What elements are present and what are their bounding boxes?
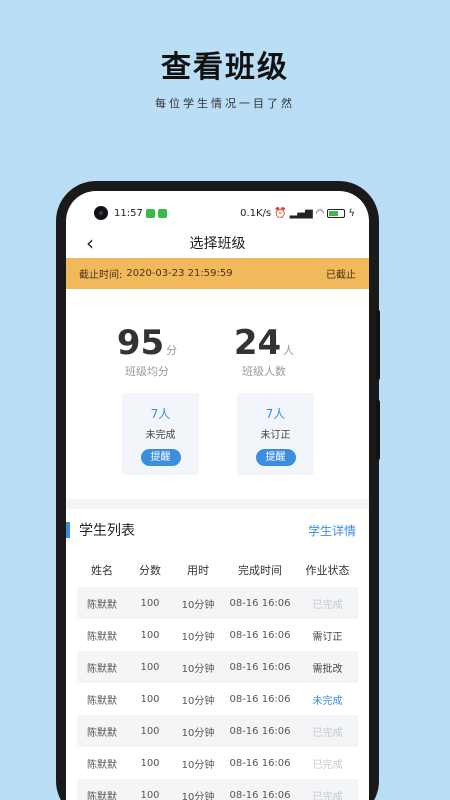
notification-icon xyxy=(145,208,155,218)
alarm-icon: ⏰ xyxy=(274,207,287,219)
table-row[interactable]: 陈默默 100 10分钟 08-16 16:06 已完成 xyxy=(77,715,358,747)
table-row[interactable]: 陈默默 100 10分钟 08-16 16:06 需批改 xyxy=(77,651,358,683)
student-status: 已完成 xyxy=(312,599,343,611)
avg-score-label: 班级均分 xyxy=(125,365,169,378)
student-status: 已完成 xyxy=(312,759,343,771)
student-score: 100 xyxy=(140,597,160,609)
phone-side-button xyxy=(376,400,380,460)
student-name: 陈默默 xyxy=(87,759,117,771)
student-finish-time: 08-16 16:06 xyxy=(229,757,291,769)
student-status: 需订正 xyxy=(312,631,343,643)
student-name: 陈默默 xyxy=(87,791,117,800)
remind-uncorrected-button[interactable]: 提醒 xyxy=(255,449,296,466)
avg-score-stat: 95 分 班级均分 xyxy=(97,325,197,379)
wifi-icon: ◠ xyxy=(315,207,325,219)
page-title: 选择班级 xyxy=(189,236,246,252)
student-finish-time: 08-16 16:06 xyxy=(229,629,291,641)
class-size-value: 24 xyxy=(233,323,282,363)
student-score: 100 xyxy=(140,693,160,705)
student-finish-time: 08-16 16:06 xyxy=(229,661,291,673)
status-time: 11:57 xyxy=(114,207,143,219)
incomplete-card: 7人 未完成 提醒 xyxy=(122,393,199,475)
student-status: 已完成 xyxy=(312,791,343,800)
table-row[interactable]: 陈默默 100 10分钟 08-16 16:06 未完成 xyxy=(77,683,358,715)
student-finish-time: 08-16 16:06 xyxy=(229,693,291,705)
student-status: 需批改 xyxy=(312,663,343,675)
student-detail-link[interactable]: 学生详情 xyxy=(308,522,356,539)
section-accent xyxy=(66,522,70,538)
student-duration: 10分钟 xyxy=(181,695,215,707)
app-screen: 11:57 0.1K/s ⏰ ▂▄▆ ◠ ϟ ‹ 选择班级 截止时间: 2020… xyxy=(66,191,369,800)
avg-score-value: 95 xyxy=(116,323,165,363)
status-indicators: 0.1K/s ⏰ ▂▄▆ ◠ ϟ xyxy=(240,208,355,219)
promo-title: 查看班级 xyxy=(161,50,289,85)
status-bar: 11:57 0.1K/s ⏰ ▂▄▆ ◠ ϟ xyxy=(66,191,369,229)
col-name-header: 姓名 xyxy=(91,564,113,577)
incomplete-label: 未完成 xyxy=(145,430,176,441)
class-size-unit: 人 xyxy=(283,344,295,357)
student-name: 陈默默 xyxy=(87,631,117,643)
section-divider xyxy=(66,499,369,509)
signal-icon: ▂▄▆ xyxy=(289,207,313,219)
student-name: 陈默默 xyxy=(87,599,117,611)
remind-incomplete-button[interactable]: 提醒 xyxy=(140,449,181,466)
network-speed: 0.1K/s xyxy=(240,207,272,219)
student-name: 陈默默 xyxy=(87,695,117,707)
class-size-label: 班级人数 xyxy=(242,365,286,378)
student-table: 姓名 分数 用时 完成时间 作业状态 陈默默 100 10分钟 08-16 16:06… xyxy=(77,553,358,800)
uncorrected-card: 7人 未订正 提醒 xyxy=(237,393,314,475)
student-duration: 10分钟 xyxy=(181,599,215,611)
incomplete-count: 7人 xyxy=(150,407,171,421)
deadline-banner: 截止时间: 2020-03-23 21:59:59 已截止 xyxy=(66,258,369,289)
deadline-datetime: 2020-03-23 21:59:59 xyxy=(126,268,233,279)
uncorrected-label: 未订正 xyxy=(260,430,291,441)
col-status-header: 作业状态 xyxy=(305,564,350,577)
table-body: 陈默默 100 10分钟 08-16 16:06 已完成 陈默默 100 10分钟 08-16 … xyxy=(77,587,358,800)
student-score: 100 xyxy=(140,725,160,737)
col-score-header: 分数 xyxy=(139,564,161,577)
table-row[interactable]: 陈默默 100 10分钟 08-16 16:06 已完成 xyxy=(77,587,358,619)
student-list-header: 学生列表 学生详情 xyxy=(66,509,369,551)
avg-score-unit: 分 xyxy=(166,344,178,357)
col-finished-header: 完成时间 xyxy=(238,564,282,577)
student-duration: 10分钟 xyxy=(181,663,215,675)
student-score: 100 xyxy=(140,661,160,673)
notification-icon xyxy=(157,208,167,218)
nav-bar: ‹ 选择班级 xyxy=(66,229,369,257)
charging-icon: ϟ xyxy=(348,207,355,219)
table-row[interactable]: 陈默默 100 10分钟 08-16 16:06 已完成 xyxy=(77,747,358,779)
table-header-row: 姓名 分数 用时 完成时间 作业状态 xyxy=(77,553,358,587)
table-row[interactable]: 陈默默 100 10分钟 08-16 16:06 需订正 xyxy=(77,619,358,651)
promo-subtitle: 每位学生情况一目了然 xyxy=(155,97,295,110)
uncorrected-count: 7人 xyxy=(265,407,286,421)
student-duration: 10分钟 xyxy=(181,727,215,739)
table-row[interactable]: 陈默默 100 10分钟 08-16 16:06 已完成 xyxy=(77,779,358,800)
student-name: 陈默默 xyxy=(87,727,117,739)
student-name: 陈默默 xyxy=(87,663,117,675)
class-stats: 95 分 班级均分 24 人 班级人数 7人 未完成 提醒 7人 未订正 提醒 xyxy=(66,289,369,499)
student-finish-time: 08-16 16:06 xyxy=(229,725,291,737)
student-duration: 10分钟 xyxy=(181,791,215,800)
student-status: 未完成 xyxy=(312,695,343,707)
col-time-header: 用时 xyxy=(187,564,209,577)
battery-icon xyxy=(327,208,346,218)
student-score: 100 xyxy=(140,789,160,800)
student-score: 100 xyxy=(140,757,160,769)
student-duration: 10分钟 xyxy=(181,759,215,771)
phone-side-button xyxy=(376,310,380,380)
student-status: 已完成 xyxy=(312,727,343,739)
student-list-title: 学生列表 xyxy=(79,523,135,539)
deadline-label: 截止时间: xyxy=(79,270,123,281)
student-duration: 10分钟 xyxy=(181,631,215,643)
student-finish-time: 08-16 16:06 xyxy=(229,597,291,609)
deadline-status: 已截止 xyxy=(326,270,356,281)
student-score: 100 xyxy=(140,629,160,641)
class-size-stat: 24 人 班级人数 xyxy=(214,325,314,379)
camera-icon xyxy=(94,206,108,220)
chevron-left-icon[interactable]: ‹ xyxy=(86,233,94,253)
student-finish-time: 08-16 16:06 xyxy=(229,789,291,800)
